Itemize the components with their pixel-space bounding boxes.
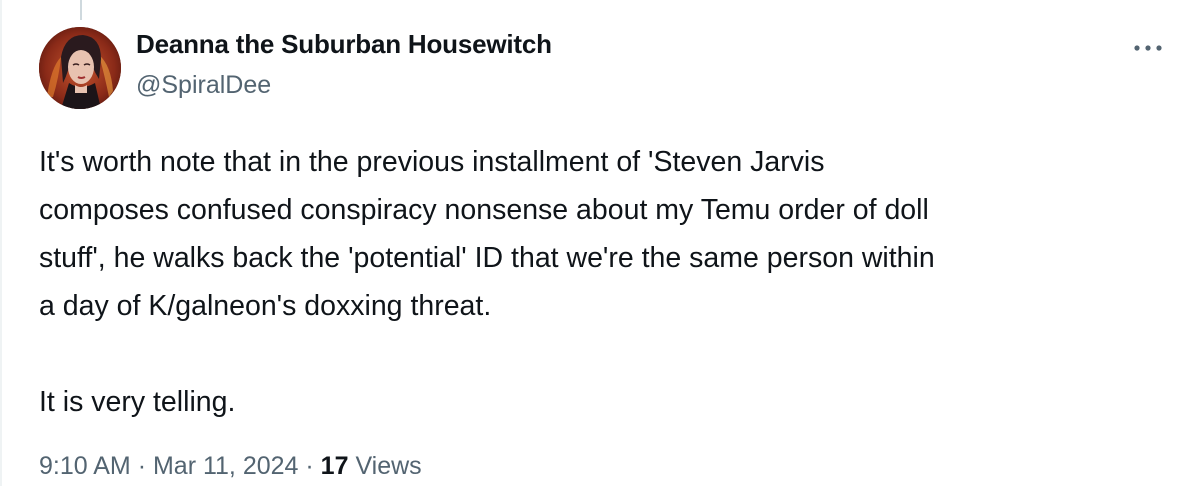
tweet-time[interactable]: 9:10 AM	[39, 452, 131, 480]
views-count: 17	[320, 452, 349, 480]
tweet-text-line: composes confused conspiracy nonsense ab…	[39, 194, 929, 226]
author-display-name[interactable]: Deanna the Suburban Housewitch	[136, 29, 552, 60]
tweet-text: It's worth note that in the previous ins…	[39, 138, 1159, 426]
meta-separator: ·	[305, 452, 314, 480]
tweet-text-line: stuff', he walks back the 'potential' ID…	[39, 242, 935, 274]
meta-separator: ·	[137, 452, 147, 480]
more-options-button[interactable]	[1128, 30, 1168, 66]
avatar-portrait-icon	[39, 27, 121, 109]
tweet-card: Deanna the Suburban Housewitch @SpiralDe…	[0, 0, 1184, 486]
author-handle[interactable]: @SpiralDee	[136, 71, 271, 100]
tweet-text-line: a day of K/galneon's doxxing threat.	[39, 290, 492, 322]
views-label: Views	[355, 452, 422, 480]
tweet-text-line: It is very telling.	[39, 386, 236, 418]
avatar[interactable]	[39, 27, 121, 109]
tweet-text-line: It's worth note that in the previous ins…	[39, 146, 825, 178]
tweet-date[interactable]: Mar 11, 2024	[153, 452, 298, 480]
card-border	[0, 0, 2, 486]
more-dots-icon	[1134, 45, 1162, 51]
tweet-meta: 9:10 AM · Mar 11, 2024 · 17 Views	[39, 452, 422, 481]
thread-connector-line	[80, 0, 82, 20]
